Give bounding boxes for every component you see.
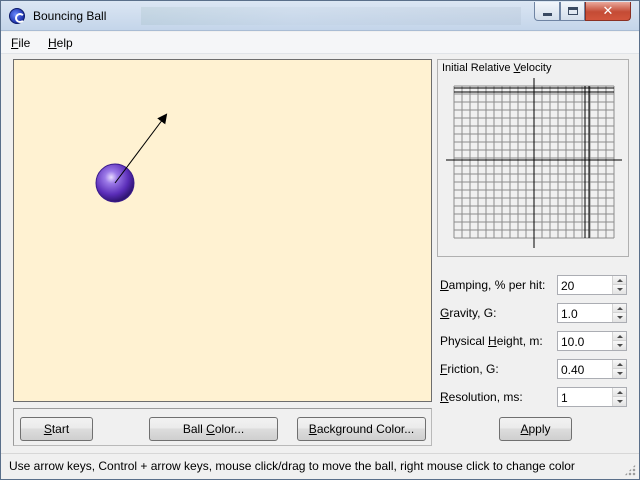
menu-help[interactable]: Help	[48, 36, 73, 50]
spin-down-icon	[616, 316, 623, 319]
spin-down-icon	[616, 372, 623, 375]
physical-height-decrement-button[interactable]	[613, 341, 626, 350]
taskbar-ghost-decoration	[141, 7, 521, 25]
damping-label-text: amping, % per hit:	[448, 278, 546, 292]
initial-velocity-panel: Initial Relative Velocity	[437, 59, 629, 257]
status-bar: Use arrow keys, Control + arrow keys, mo…	[1, 453, 639, 479]
damping-increment-button[interactable]	[613, 276, 626, 285]
gravity-spinbox[interactable]: 1.0	[557, 303, 627, 323]
physical-height-label-prefix: Physical	[440, 334, 489, 348]
apply-button-mnemonic: A	[520, 422, 529, 436]
damping-decrement-button[interactable]	[613, 285, 626, 294]
title-bar[interactable]: Bouncing Ball ✕	[1, 1, 639, 31]
minimize-button[interactable]	[534, 2, 560, 21]
spin-up-icon	[616, 278, 623, 282]
physical-height-label-text: eight, m:	[496, 334, 543, 348]
resolution-value[interactable]: 1	[561, 391, 568, 405]
ball-color-button-prefix: Ball	[182, 422, 207, 436]
physical-height-value[interactable]: 10.0	[561, 335, 584, 349]
maximize-button[interactable]	[560, 2, 585, 21]
background-color-button[interactable]: Background Color...	[297, 417, 426, 441]
physical-height-row: Physical Height, m: 10.0	[440, 331, 630, 353]
physical-height-label-mnemonic: H	[488, 334, 497, 348]
damping-spin-arrows	[612, 276, 626, 294]
friction-label: Friction, G:	[440, 362, 499, 376]
menu-help-mnemonic: H	[48, 36, 57, 50]
background-color-button-mnemonic: B	[308, 422, 317, 436]
apply-button-label: pply	[528, 422, 551, 436]
velocity-title-rest: elocity	[520, 62, 552, 74]
apply-button[interactable]: Apply	[499, 417, 572, 441]
spin-down-icon	[616, 288, 623, 291]
damping-label-mnemonic: D	[440, 278, 449, 292]
menu-file-label: ile	[18, 36, 31, 50]
resolution-row: Resolution, ms: 1	[440, 387, 630, 409]
physical-height-spinbox[interactable]: 10.0	[557, 331, 627, 351]
gravity-row: Gravity, G: 1.0	[440, 303, 630, 325]
physical-height-increment-button[interactable]	[613, 332, 626, 341]
background-color-button-label: ackground Color...	[316, 422, 415, 436]
ball-color-button-label: olor...	[214, 422, 245, 436]
resolution-label-text: esolution, ms:	[448, 390, 523, 404]
start-button[interactable]: Start	[20, 417, 93, 441]
menu-file[interactable]: File	[11, 36, 30, 50]
resolution-decrement-button[interactable]	[613, 397, 626, 406]
window-title: Bouncing Ball	[33, 9, 107, 23]
close-button[interactable]: ✕	[585, 2, 631, 21]
spin-up-icon	[616, 334, 623, 338]
minimize-icon	[542, 12, 552, 16]
spin-down-icon	[616, 344, 623, 347]
velocity-grid[interactable]	[444, 78, 624, 253]
friction-increment-button[interactable]	[613, 360, 626, 369]
gravity-label-text: ravity, G:	[449, 306, 497, 320]
menu-bar: File Help	[1, 32, 639, 54]
physical-height-spin-arrows	[612, 332, 626, 350]
physical-height-label: Physical Height, m:	[440, 334, 543, 348]
friction-spin-arrows	[612, 360, 626, 378]
resize-grip-icon[interactable]	[624, 464, 636, 476]
app-window: Bouncing Ball ✕ File Help Start Ball Col…	[0, 0, 640, 480]
bouncing-ball-app-icon[interactable]	[9, 8, 25, 24]
maximize-icon	[567, 7, 578, 15]
spin-up-icon	[616, 306, 623, 310]
friction-label-text: riction, G:	[447, 362, 499, 376]
resolution-label: Resolution, ms:	[440, 390, 523, 404]
damping-value[interactable]: 20	[561, 279, 574, 293]
gravity-value[interactable]: 1.0	[561, 307, 578, 321]
ball-canvas-drawing	[95, 113, 168, 203]
spin-down-icon	[616, 400, 623, 403]
velocity-panel-title: Initial Relative Velocity	[442, 62, 551, 74]
spin-up-icon	[616, 362, 623, 366]
gravity-spin-arrows	[612, 304, 626, 322]
ball-color-button[interactable]: Ball Color...	[149, 417, 278, 441]
gravity-increment-button[interactable]	[613, 304, 626, 313]
friction-value[interactable]: 0.40	[561, 363, 584, 377]
status-text: Use arrow keys, Control + arrow keys, mo…	[9, 459, 575, 473]
spin-up-icon	[616, 390, 623, 394]
menu-help-label: elp	[56, 36, 73, 50]
friction-row: Friction, G: 0.40	[440, 359, 630, 381]
ball-canvas[interactable]	[13, 59, 432, 402]
damping-row: Damping, % per hit: 20	[440, 275, 630, 297]
velocity-arrow[interactable]	[114, 113, 168, 184]
resolution-spin-arrows	[612, 388, 626, 406]
ball-color-button-mnemonic: C	[206, 422, 215, 436]
damping-label: Damping, % per hit:	[440, 278, 545, 292]
velocity-title-prefix: Initial Relative	[442, 62, 514, 74]
close-icon: ✕	[602, 3, 614, 18]
start-button-label: tart	[51, 422, 70, 436]
resolution-spinbox[interactable]: 1	[557, 387, 627, 407]
gravity-decrement-button[interactable]	[613, 313, 626, 322]
damping-spinbox[interactable]: 20	[557, 275, 627, 295]
friction-spinbox[interactable]: 0.40	[557, 359, 627, 379]
start-button-mnemonic: S	[43, 422, 52, 436]
friction-decrement-button[interactable]	[613, 369, 626, 378]
gravity-label: Gravity, G:	[440, 306, 496, 320]
gravity-label-mnemonic: G	[440, 306, 450, 320]
resolution-label-mnemonic: R	[440, 390, 449, 404]
resolution-increment-button[interactable]	[613, 388, 626, 397]
